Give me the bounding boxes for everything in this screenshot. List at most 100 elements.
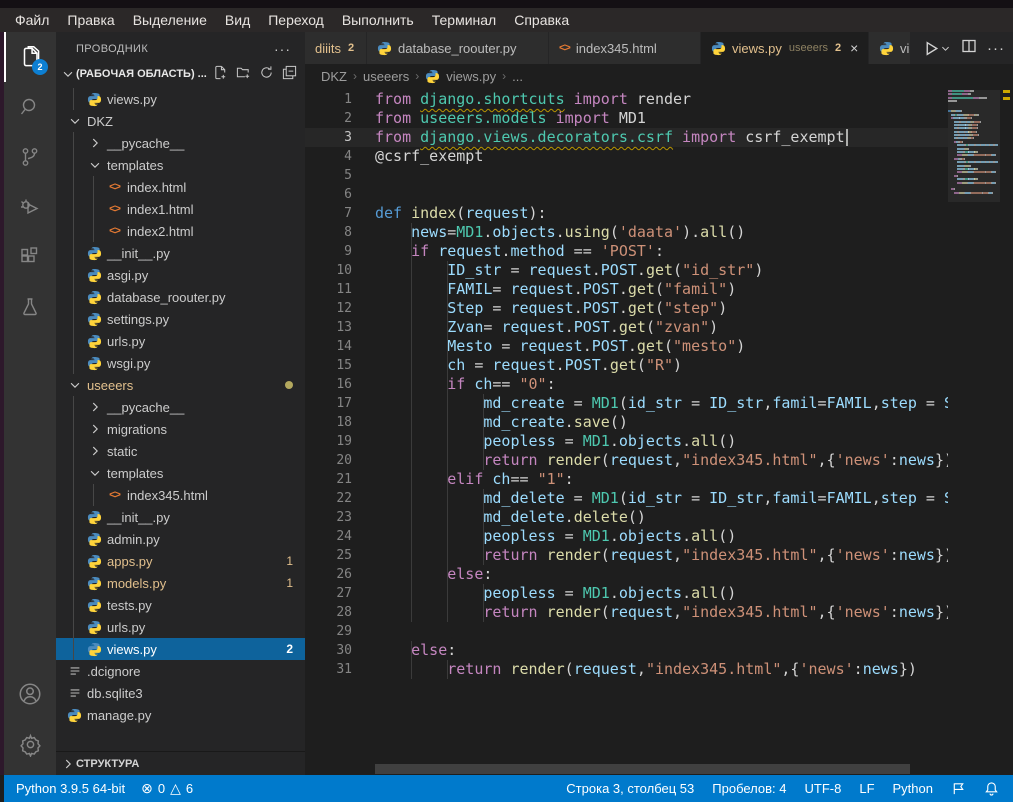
extensions-icon (18, 245, 42, 269)
tree-item-tests.py[interactable]: tests.py (56, 594, 305, 616)
tree-item-urls.py[interactable]: urls.py (56, 330, 305, 352)
menu-item[interactable]: Терминал (423, 12, 505, 28)
tree-item-__pycache__[interactable]: __pycache__ (56, 132, 305, 154)
menu-item[interactable]: Правка (58, 12, 123, 28)
eol-status[interactable]: LF (859, 781, 874, 796)
html-icon: <> (106, 225, 123, 237)
editor-more-actions-button[interactable]: ··· (987, 40, 1005, 57)
tab-database_roouter.py[interactable]: database_roouter.py (367, 32, 549, 64)
test-flask-icon (18, 295, 42, 319)
menu-item[interactable]: Переход (259, 12, 333, 28)
breadcrumb-item[interactable]: ... (512, 69, 523, 84)
cursor-position-status[interactable]: Строка 3, столбец 53 (566, 781, 694, 796)
language-mode-status[interactable]: Python (893, 781, 933, 796)
tab-views.py[interactable]: views.pyuseeers2× (701, 32, 869, 64)
chevron-right-icon (86, 136, 103, 150)
tab-vie[interactable]: vie (869, 32, 911, 64)
tree-item-migrations[interactable]: migrations (56, 418, 305, 440)
tree-item-templates[interactable]: templates (56, 154, 305, 176)
menu-item[interactable]: Выполнить (333, 12, 423, 28)
menu-item[interactable]: Файл (6, 12, 58, 28)
html-icon: <> (559, 42, 570, 54)
tree-item-urls.py[interactable]: urls.py (56, 616, 305, 638)
tree-item-manage.py[interactable]: manage.py (56, 704, 305, 726)
activity-item-extensions[interactable] (4, 232, 56, 282)
minimap[interactable] (948, 90, 1000, 220)
python-interpreter-status[interactable]: Python 3.9.5 64-bit (16, 781, 125, 796)
split-editor-button[interactable] (961, 38, 977, 59)
problems-status[interactable]: ⊗ 0 △ 6 (141, 780, 193, 797)
tree-item-label: index2.html (127, 224, 193, 239)
code-line: 15 ch = request.POST.get("R") (305, 356, 948, 375)
activity-item-source-control[interactable] (4, 132, 56, 182)
chevron-right-icon (86, 422, 103, 436)
tree-item-index.html[interactable]: <>index.html (56, 176, 305, 198)
outline-section-header[interactable]: СТРУКТУРА (56, 751, 305, 775)
breadcrumb-item[interactable]: useeers (363, 69, 409, 84)
tab-label: vie (900, 41, 911, 56)
breadcrumb-item[interactable]: views.py (446, 69, 496, 84)
tree-item-label: views.py (107, 642, 157, 657)
chevron-down-icon (66, 114, 83, 128)
views-more-actions-icon[interactable]: ··· (274, 41, 291, 57)
tree-item-index1.html[interactable]: <>index1.html (56, 198, 305, 220)
menu-item[interactable]: Вид (216, 12, 259, 28)
close-icon[interactable]: × (850, 40, 858, 56)
tree-item-db.sqlite3[interactable]: db.sqlite3 (56, 682, 305, 704)
line-number: 27 (305, 584, 352, 603)
activity-item-run-debug[interactable] (4, 182, 56, 232)
tree-item-wsgi.py[interactable]: wsgi.py (56, 352, 305, 374)
tree-item-apps.py[interactable]: apps.py1 (56, 550, 305, 572)
tree-item-useeers[interactable]: useeers (56, 374, 305, 396)
tree-item-database_roouter.py[interactable]: database_roouter.py (56, 286, 305, 308)
tab-diiits[interactable]: diiits2 (305, 32, 367, 64)
collapse-folders-icon[interactable] (282, 65, 297, 83)
activity-item-testing[interactable] (4, 282, 56, 332)
breadcrumb-item[interactable]: DKZ (321, 69, 347, 84)
tree-item-__init__.py[interactable]: __init__.py (56, 506, 305, 528)
activity-item-explorer[interactable]: 2 (4, 32, 56, 82)
menu-bar: ФайлПравкаВыделениеВидПереходВыполнитьТе… (0, 8, 1013, 32)
activity-item-search[interactable] (4, 82, 56, 132)
menu-item[interactable]: Выделение (124, 12, 216, 28)
encoding-status[interactable]: UTF-8 (805, 781, 842, 796)
tree-item-static[interactable]: static (56, 440, 305, 462)
tree-item-admin.py[interactable]: admin.py (56, 528, 305, 550)
tree-item-__init__.py[interactable]: __init__.py (56, 242, 305, 264)
tree-item-index345.html[interactable]: <>index345.html (56, 484, 305, 506)
new-file-icon[interactable] (213, 65, 228, 83)
activity-item-account[interactable] (4, 669, 56, 719)
notifications-bell-icon[interactable] (984, 781, 999, 796)
code-line: 24 peopless = MD1.objects.all() (305, 527, 948, 546)
feedback-icon[interactable] (951, 781, 966, 796)
code-editor[interactable]: 1from django.shortcuts import render2fro… (305, 88, 1013, 775)
chevron-right-icon (86, 400, 103, 414)
overview-ruler[interactable] (1000, 88, 1013, 775)
activity-item-settings[interactable] (4, 719, 56, 769)
explorer-badge: 2 (32, 59, 48, 75)
tree-item-views.py[interactable]: views.py (56, 88, 305, 110)
tab-index345.html[interactable]: <> index345.html (549, 32, 701, 64)
tree-item-index2.html[interactable]: <> index2.html (56, 220, 305, 242)
tree-item-__pycache__[interactable]: __pycache__ (56, 396, 305, 418)
indentation-status[interactable]: Пробелов: 4 (712, 781, 786, 796)
tree-item-asgi.py[interactable]: asgi.py (56, 264, 305, 286)
run-python-file-button[interactable] (923, 40, 951, 57)
tree-item-settings.py[interactable]: settings.py (56, 308, 305, 330)
tree-item-templates[interactable]: templates (56, 462, 305, 484)
python-icon (86, 620, 103, 635)
tree-item-views.py[interactable]: views.py2 (56, 638, 305, 660)
line-number: 28 (305, 603, 352, 622)
indent-guide (93, 220, 94, 242)
tree-item-DKZ[interactable]: DKZ (56, 110, 305, 132)
horizontal-scrollbar[interactable] (375, 764, 910, 774)
code-line: 25 return render(request,"index345.html"… (305, 546, 948, 565)
tree-item-.dcignore[interactable]: .dcignore (56, 660, 305, 682)
workspace-section-header[interactable]: (РАБОЧАЯ ОБЛАСТЬ) ... (56, 62, 305, 86)
menu-item[interactable]: Справка (505, 12, 578, 28)
breadcrumb: DKZ › useeers › views.py › ... (305, 64, 1013, 88)
refresh-icon[interactable] (259, 65, 274, 83)
tab-label: index345.html (576, 41, 657, 56)
tree-item-models.py[interactable]: models.py1 (56, 572, 305, 594)
new-folder-icon[interactable] (236, 65, 251, 83)
